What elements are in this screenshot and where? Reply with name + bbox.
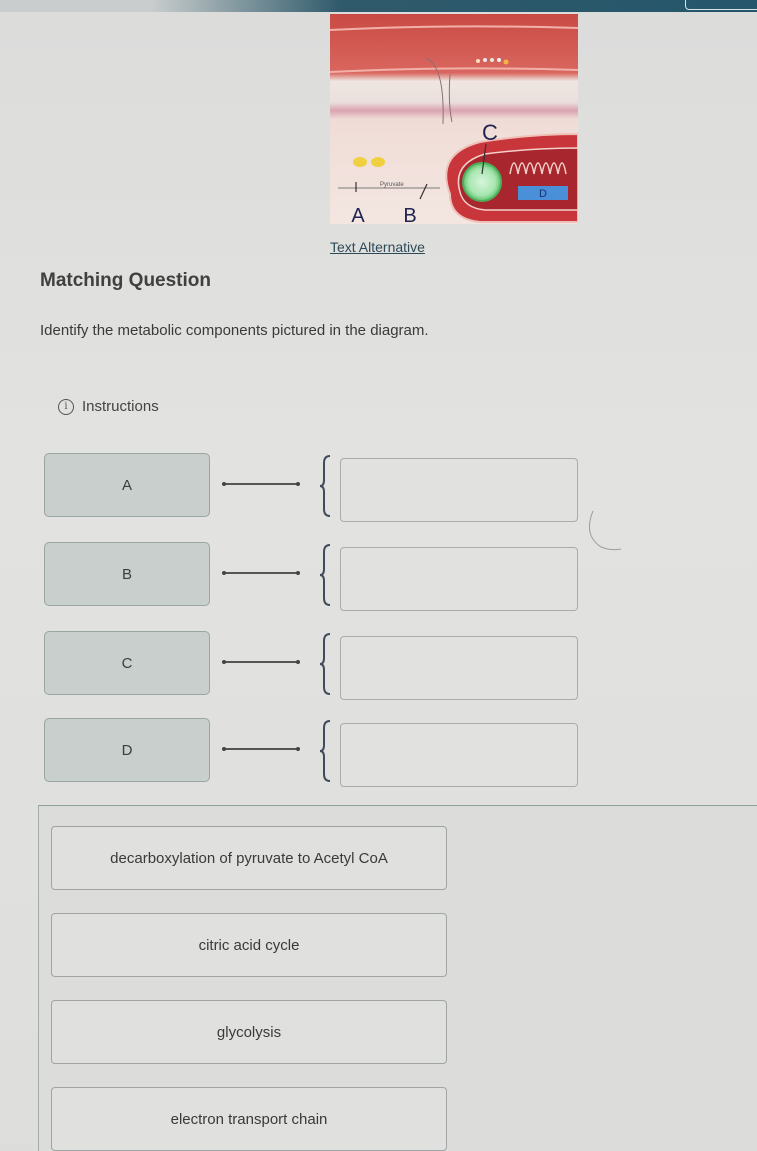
- brace-icon: [319, 720, 333, 782]
- particle: [483, 58, 487, 62]
- info-icon: i: [58, 398, 74, 415]
- glucose-molecule: [371, 157, 385, 167]
- matrix-circle: [462, 162, 502, 202]
- term-box-a: A: [44, 453, 210, 517]
- choice-item[interactable]: citric acid cycle: [51, 913, 447, 977]
- question-prompt: Identify the metabolic components pictur…: [40, 322, 429, 339]
- choice-item[interactable]: electron transport chain: [51, 1087, 447, 1151]
- pyruvate-label: Pyruvate: [380, 182, 404, 188]
- brace-icon: [319, 455, 333, 517]
- answer-choices-tray: decarboxylation of pyruvate to Acetyl Co…: [38, 805, 757, 1151]
- term-box-b: B: [44, 542, 210, 606]
- diagram-label-c: C: [482, 120, 498, 145]
- diagram-label-b: B: [403, 205, 416, 224]
- particle: [490, 58, 494, 62]
- drop-zone-c[interactable]: [340, 636, 578, 700]
- match-row-a: A: [44, 453, 584, 522]
- top-navigation-bar: [0, 0, 757, 12]
- top-bar-button[interactable]: [685, 0, 757, 10]
- choice-item[interactable]: decarboxylation of pyruvate to Acetyl Co…: [51, 826, 447, 890]
- match-row-b: B: [44, 542, 584, 611]
- instructions-toggle[interactable]: i Instructions: [58, 398, 159, 415]
- connector-line: [222, 570, 300, 575]
- question-title: Matching Question: [40, 270, 211, 291]
- diagram-label-d: D: [539, 188, 547, 200]
- connector-line: [222, 746, 300, 751]
- match-row-c: C: [44, 631, 584, 700]
- brace-icon: [319, 544, 333, 606]
- particle: [497, 58, 501, 62]
- term-box-c: C: [44, 631, 210, 695]
- match-row-d: D: [44, 718, 584, 787]
- drop-zone-a[interactable]: [340, 458, 578, 522]
- diagram-label-a: A: [351, 205, 365, 224]
- instructions-label: Instructions: [82, 398, 159, 415]
- term-box-d: D: [44, 718, 210, 782]
- connector-line: [222, 481, 300, 486]
- particle: [503, 59, 509, 65]
- text-alternative-link[interactable]: Text Alternative: [330, 239, 425, 255]
- connector-line: [222, 659, 300, 664]
- brace-icon: [319, 633, 333, 695]
- drop-zone-b[interactable]: [340, 547, 578, 611]
- metabolism-diagram: D Pyruvate A B C: [330, 14, 578, 224]
- drop-zone-d[interactable]: [340, 723, 578, 787]
- glucose-molecule: [353, 157, 367, 167]
- stray-pen-mark: [585, 505, 625, 555]
- choice-item[interactable]: glycolysis: [51, 1000, 447, 1064]
- particle: [476, 59, 480, 63]
- cell-mitochondrion-illustration: D Pyruvate A B C: [330, 14, 578, 224]
